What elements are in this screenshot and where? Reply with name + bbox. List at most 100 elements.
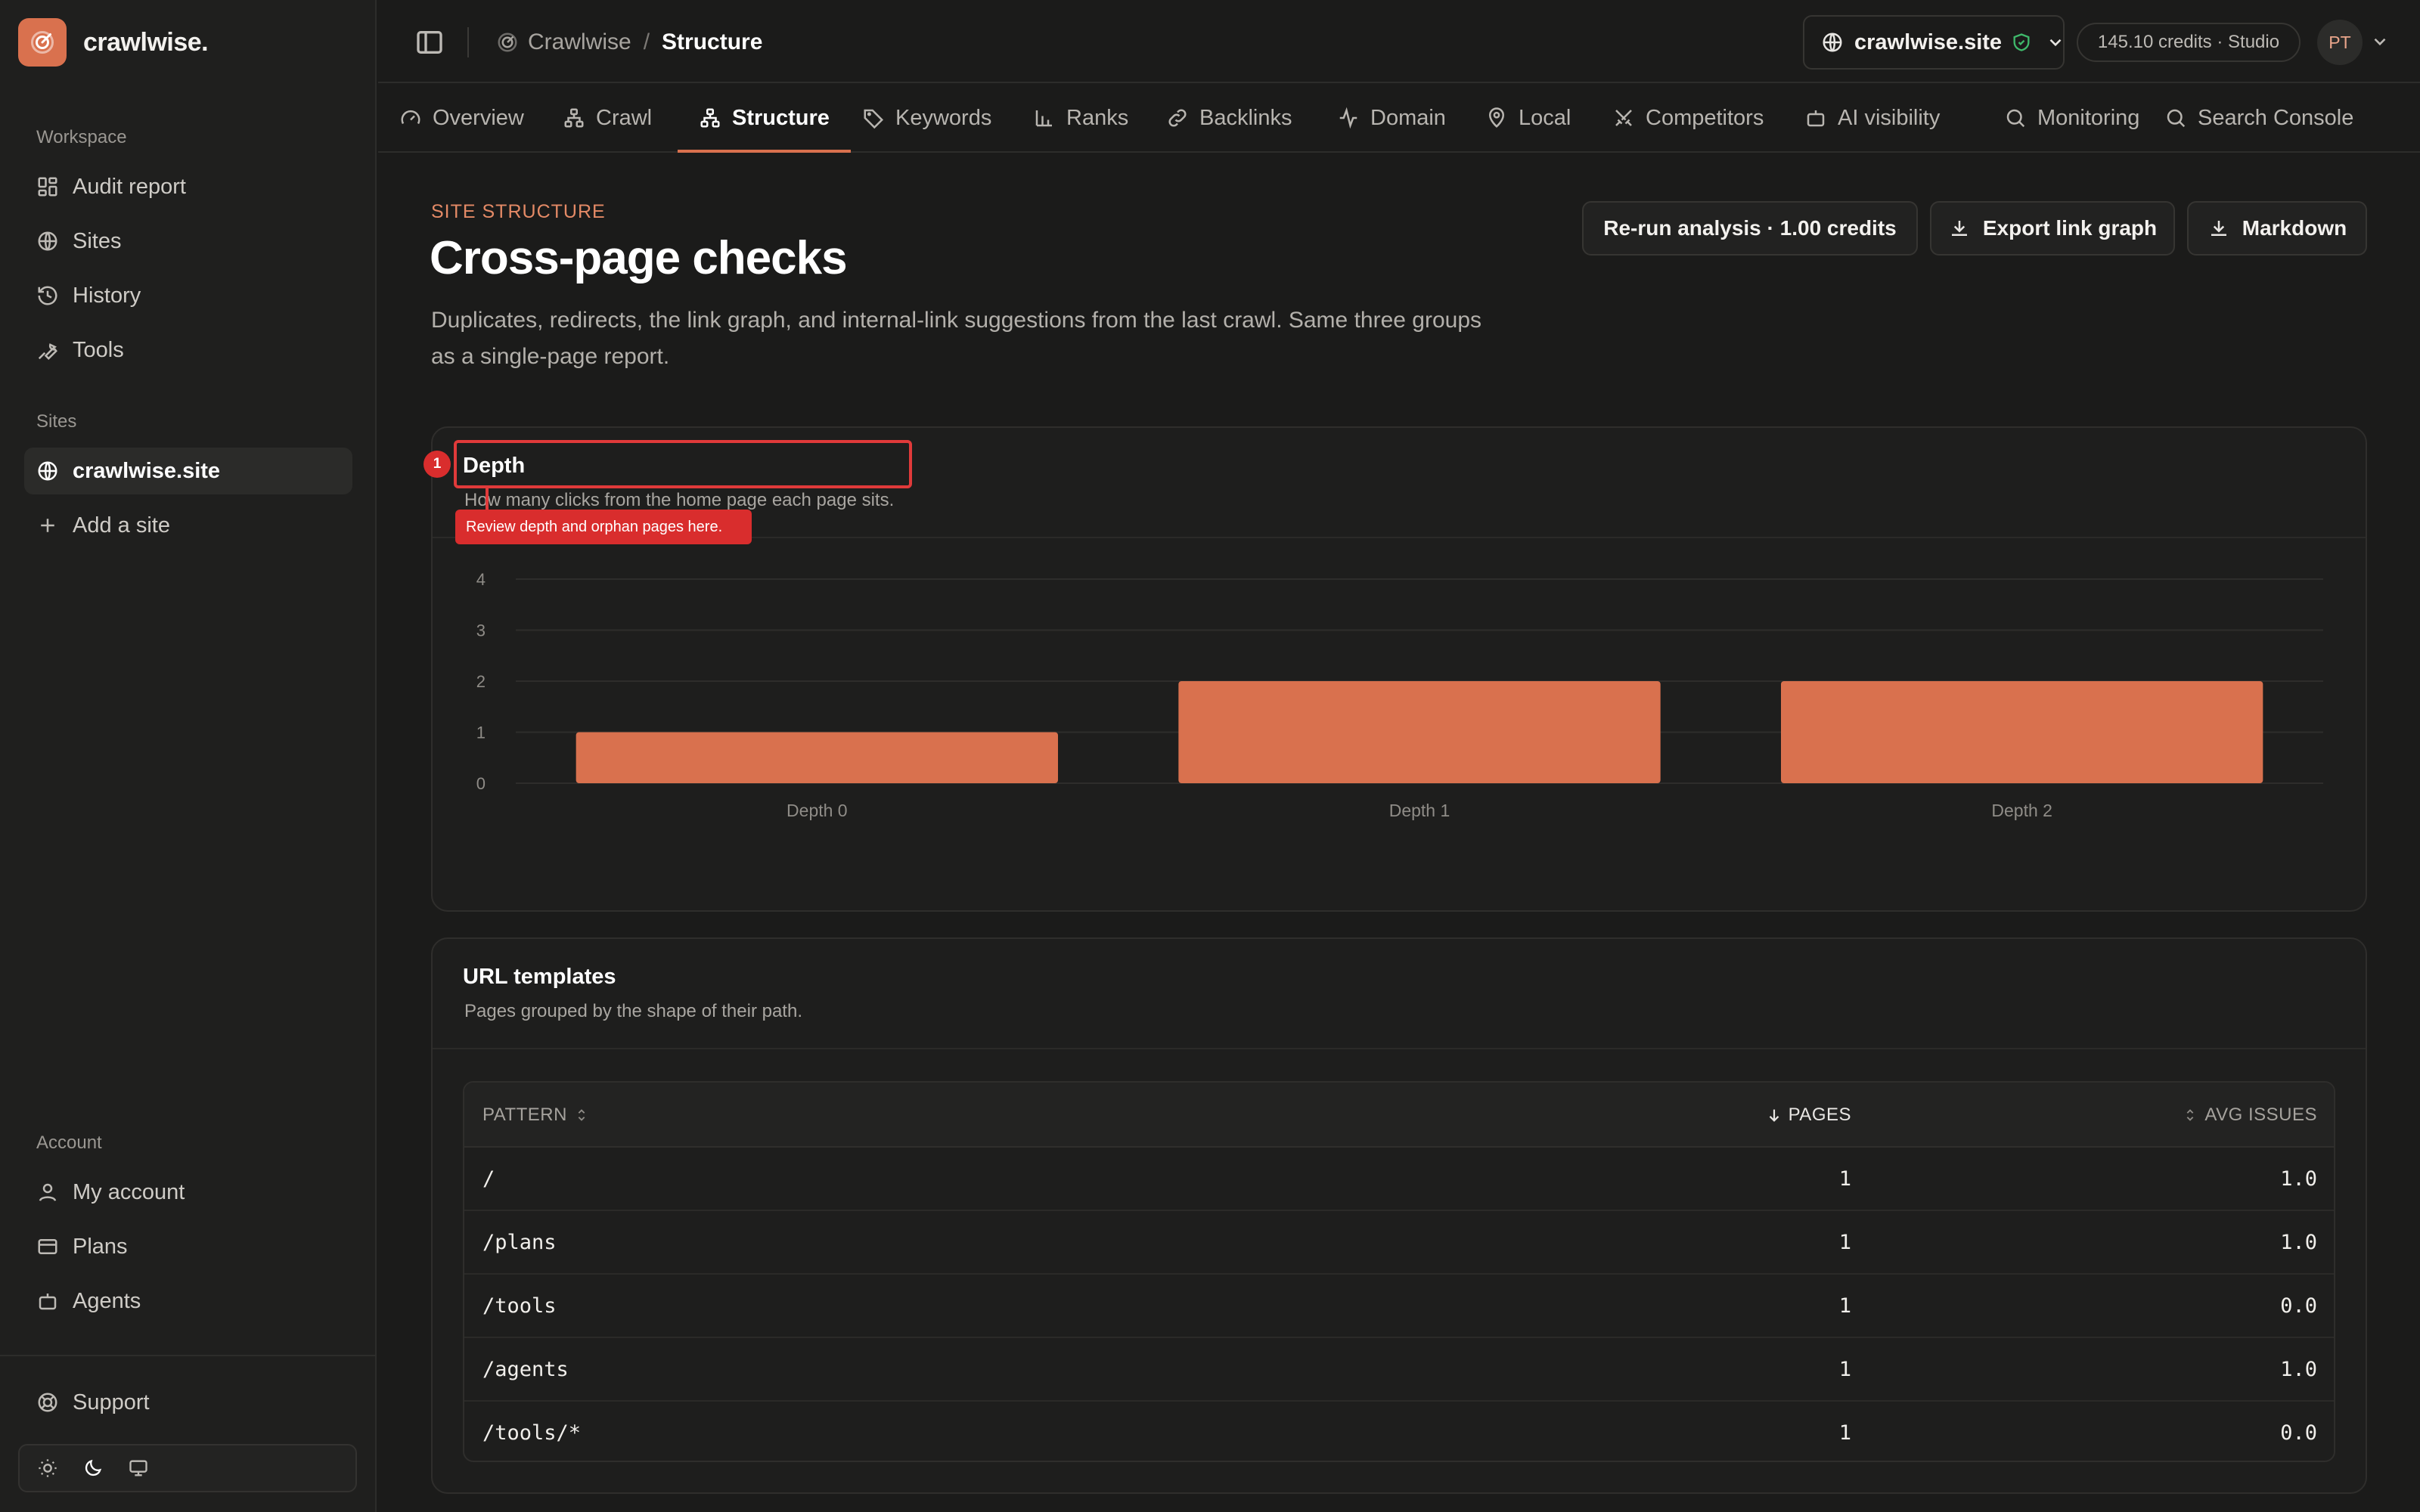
tab-label: Backlinks [1199,105,1292,130]
sidebar-item-support[interactable]: Support [24,1379,352,1426]
table-row[interactable]: / 1 1.0 [464,1148,2334,1211]
x-tick-label: Depth 0 [786,801,848,820]
sidebar-item-agents[interactable]: Agents [24,1278,352,1325]
sort-icon [2187,1109,2194,1121]
tab-competitors[interactable]: Competitors [1591,85,1785,151]
url-templates-table: PATTERN PAGES AVG ISSUES / 1 1.0 /plans … [463,1081,2335,1462]
sidebar-item-plans[interactable]: Plans [24,1223,352,1270]
table-row[interactable]: /plans 1 1.0 [464,1211,2334,1275]
breadcrumb-separator: / [643,29,650,54]
tab-search-console[interactable]: Search Console [2143,85,2375,151]
sidebar-item-add-site[interactable]: Add a site [24,502,352,549]
theme-dark-button[interactable] [76,1451,110,1486]
column-header-pages[interactable]: PAGES [1500,1083,1851,1148]
sidebar-item-label: Add a site [73,513,170,538]
search-icon [2006,109,2025,128]
markdown-button[interactable]: Markdown [2187,201,2367,256]
sitemap-icon [700,108,720,128]
sidebar-divider [0,1355,375,1356]
y-tick-label: 0 [476,774,486,793]
sidebar-item-tools[interactable]: Tools [24,327,352,373]
tab-ai-visibility[interactable]: AI visibility [1783,85,1961,151]
column-header-pattern[interactable]: PATTERN [482,1083,590,1148]
sidebar-item-history[interactable]: History [24,272,352,319]
theme-light-button[interactable] [30,1451,65,1486]
tab-backlinks[interactable]: Backlinks [1145,85,1314,151]
rerun-analysis-button[interactable]: Re-run analysis · 1.00 credits [1582,201,1918,256]
topbar: Crawlwise / Structure crawlwise.site 145… [378,0,2420,83]
annotation-tooltip: Review depth and orphan pages here. [455,510,752,544]
sidebar-item-crawlwise-site[interactable]: crawlwise.site [24,448,352,494]
card-subtitle: Pages grouped by the shape of their path… [464,1001,802,1021]
tab-structure[interactable]: Structure [678,85,851,153]
breadcrumb-root-label: Crawlwise [528,29,631,54]
tab-ranks[interactable]: Ranks [1012,85,1150,151]
tab-label: Keywords [895,105,992,130]
avatar[interactable]: PT [2317,20,2363,65]
brand-name: crawlwise. [83,27,209,57]
chevron-down-icon [2049,39,2062,47]
x-tick-label: Depth 1 [1389,801,1450,820]
globe-icon [38,231,57,251]
annotation-pointer [486,487,489,511]
table-row[interactable]: /tools/* 1 0.0 [464,1402,2334,1461]
button-label: Export link graph [1982,216,2158,240]
card-icon [38,1239,57,1254]
tab-monitoring[interactable]: Monitoring [1983,85,2161,151]
breadcrumb-current: Structure [662,29,763,54]
sidebar-item-audit-report[interactable]: Audit report [24,163,352,210]
globe-icon [38,461,57,481]
download-icon [1951,221,1967,236]
bot-icon [1807,110,1825,127]
tab-domain[interactable]: Domain [1316,85,1467,151]
tab-local[interactable]: Local [1464,85,1592,151]
tab-keywords[interactable]: Keywords [841,85,1013,151]
tab-label: Monitoring [2037,105,2140,130]
table-header: PATTERN PAGES AVG ISSUES [464,1083,2334,1148]
cell-pages: 1 [1838,1230,1851,1254]
sort-icon [578,1109,585,1121]
sun-icon [39,1459,57,1477]
cell-avg-issues: 1.0 [2280,1357,2317,1381]
sidebar: crawlwise. Workspace Audit report Sites … [0,0,377,1512]
button-label: Re-run analysis · 1.00 credits [1603,216,1897,240]
credits-badge[interactable]: 145.10 credits · Studio [2077,23,2301,62]
sidebar-item-sites[interactable]: Sites [24,218,352,265]
y-tick-label: 1 [476,723,486,742]
x-tick-label: Depth 2 [1991,801,2052,820]
tab-label: Ranks [1066,105,1129,130]
section-label-account: Account [36,1132,102,1153]
bot-icon [39,1294,57,1310]
table-row[interactable]: /agents 1 1.0 [464,1338,2334,1402]
site-selector[interactable]: crawlwise.site [1803,15,2065,70]
brand[interactable]: crawlwise. [18,18,209,67]
search-icon [2167,109,2186,128]
annotation-highlight [454,440,912,488]
breadcrumb-root[interactable]: Crawlwise [496,29,631,55]
sidebar-toggle-icon[interactable] [414,27,445,57]
theme-system-button[interactable] [121,1451,156,1486]
section-tabs: Overview Crawl Structure Keywords Ranks … [378,85,2420,153]
tab-overview[interactable]: Overview [378,85,545,151]
cell-pattern: /agents [482,1357,569,1381]
sidebar-item-my-account[interactable]: My account [24,1169,352,1216]
tab-label: Competitors [1646,105,1764,130]
export-link-graph-button[interactable]: Export link graph [1930,201,2175,256]
bar [576,732,1058,783]
tab-label: Local [1519,105,1571,130]
tab-label: Search Console [2198,105,2354,130]
cell-pages: 1 [1838,1421,1851,1445]
cell-avg-issues: 0.0 [2280,1421,2317,1445]
tab-label: Crawl [596,105,653,130]
tab-crawl[interactable]: Crawl [541,85,673,151]
bar [1781,681,2263,783]
bar [1178,681,1661,783]
plus-icon [41,519,54,532]
site-selector-label: crawlwise.site [1854,29,2003,54]
chevron-down-icon[interactable] [2370,32,2390,51]
tag-icon [864,109,884,129]
page-description: Duplicates, redirects, the link graph, a… [431,308,1482,369]
table-row[interactable]: /tools 1 0.0 [464,1275,2334,1338]
column-header-avg-issues[interactable]: AVG ISSUES [1977,1083,2317,1148]
cell-pages: 1 [1838,1294,1851,1318]
